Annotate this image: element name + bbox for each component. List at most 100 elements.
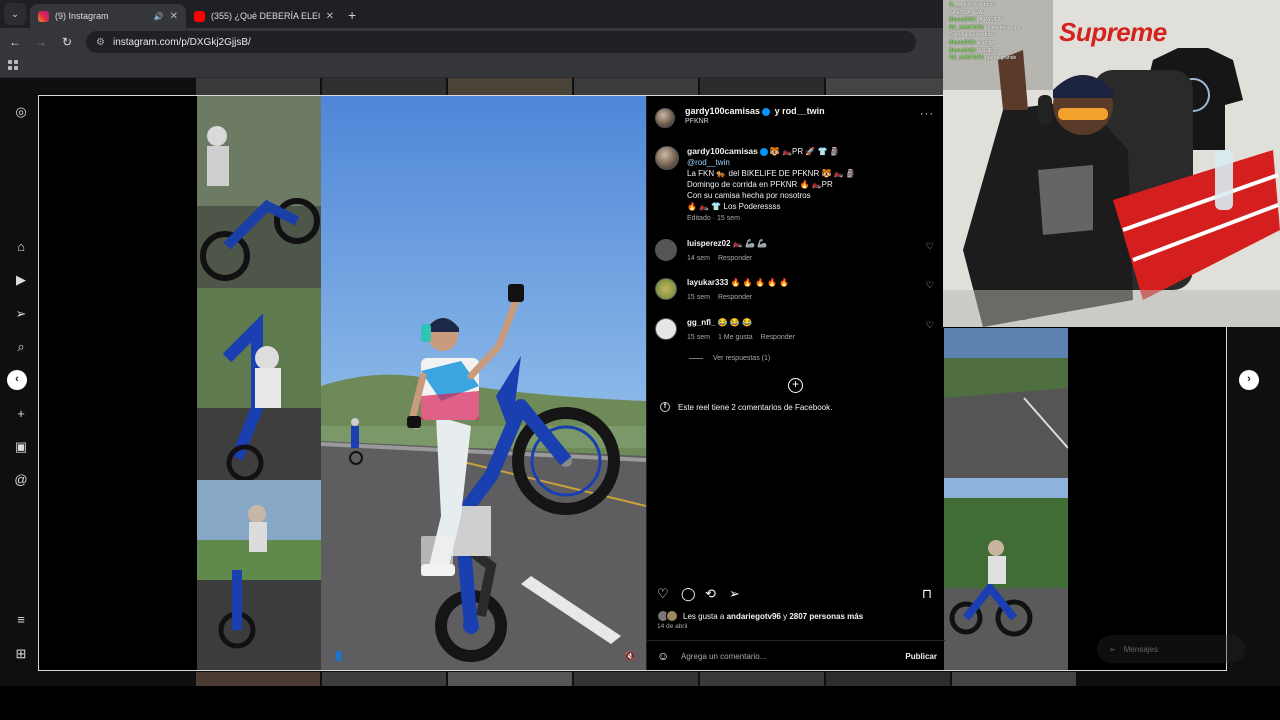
likes-summary[interactable]: Les gusta a andariegotv96 y 2807 persona… <box>657 610 863 622</box>
chat-user: RD_AMSTMTS <box>949 55 984 62</box>
menu-icon[interactable]: ≡ <box>13 612 29 627</box>
forward-arrow-icon[interactable]: → <box>34 35 48 49</box>
comment-time: 15 sem <box>687 294 710 301</box>
background-thumbnails-right <box>944 328 1068 670</box>
repost-icon[interactable]: ⟲ <box>705 586 716 602</box>
new-tab-button[interactable]: + <box>348 7 356 23</box>
threads-icon[interactable]: @ <box>13 472 29 487</box>
publish-button[interactable]: Publicar <box>905 652 937 661</box>
search-icon[interactable]: ⌕ <box>13 339 29 355</box>
comment-likes[interactable]: 1 Me gusta <box>718 334 753 341</box>
author-username[interactable]: gardy100camisas <box>685 106 760 116</box>
like-comment-icon[interactable]: ♡ <box>926 320 934 331</box>
chat-text: LA PASION <box>976 17 1003 24</box>
messages-icon[interactable]: ➢ <box>13 306 29 322</box>
more-options-icon[interactable]: ··· <box>920 108 934 120</box>
share-send-icon[interactable]: ➢ <box>729 586 740 602</box>
reply-button[interactable]: Responder <box>761 334 795 341</box>
like-heart-icon[interactable]: ♡ <box>657 586 669 602</box>
comment-avatar[interactable] <box>655 318 677 340</box>
comment-item: luisperez02 🏍️ 🦾 🦾 14 sem Responder ♡ <box>655 239 936 271</box>
also-from-meta-icon[interactable]: ⊞ <box>13 646 29 662</box>
comment-time: 15 sem <box>687 334 710 341</box>
post-author[interactable]: gardy100camisas y rod__twin <box>685 106 825 116</box>
supreme-logo: Supreme <box>1059 17 1167 47</box>
caption-avatar[interactable] <box>655 146 679 170</box>
comment-avatar[interactable] <box>655 239 677 261</box>
post-location[interactable]: PFKNR <box>685 118 709 125</box>
close-tab-icon[interactable]: ✕ <box>170 11 178 22</box>
tagged-user-icon[interactable]: 👤 <box>333 651 344 662</box>
speaker-icon[interactable]: 🔊 <box>154 12 164 21</box>
chat-line: Bluwo2KID si amigo <box>949 40 1059 48</box>
emoji-picker-icon[interactable]: ☺ <box>657 649 669 663</box>
reels-icon[interactable]: ▶ <box>13 272 29 288</box>
facebook-comments-note: f Este reel tiene 2 comentarios de Faceb… <box>660 402 832 412</box>
background-grid-top <box>196 78 946 95</box>
address-bar[interactable]: ⚙ instagram.com/p/DXGkj2GjjsB/ <box>86 31 916 53</box>
site-settings-icon[interactable]: ⚙ <box>96 37 105 48</box>
caption-mention[interactable]: @rod__twin <box>687 158 730 167</box>
author-avatar[interactable] <box>655 108 675 128</box>
like-comment-icon[interactable]: ♡ <box>926 241 934 252</box>
tab-search-button[interactable]: ⌄ <box>4 3 26 25</box>
add-comment-bar: ☺ Agrega un comentario... Publicar <box>647 640 945 670</box>
chevron-down-icon: ⌄ <box>10 8 20 20</box>
tab-youtube[interactable]: (355) ¿Qué DEBERÍA ELEGIR? 😳 ✕ <box>186 4 342 28</box>
comment-text: 🏍️ 🦾 🦾 <box>732 239 768 248</box>
mute-icon[interactable]: 🔇 <box>625 651 636 662</box>
chat-text: PA ES LA REAL <box>949 9 985 16</box>
back-arrow-icon[interactable]: ← <box>8 35 22 49</box>
replies-divider <box>689 358 703 359</box>
thumbnail-image <box>197 288 321 480</box>
comment-input[interactable]: Agrega un comentario... <box>681 652 766 661</box>
caption-line: La FKN 🐅 del BIKELIFE DE PFKNR 🐯 🏍️ 🗿 <box>687 169 856 178</box>
chat-text: ahi xd de tuno? <box>962 2 997 8</box>
instagram-logo-icon[interactable]: ◎ <box>13 104 29 120</box>
messages-pill[interactable]: ➢ Mensajes <box>1097 635 1245 663</box>
reply-button[interactable]: Responder <box>718 255 752 262</box>
post-media[interactable]: 👤 🔇 <box>321 96 646 670</box>
thumbnail-image <box>197 480 321 670</box>
dashboard-icon[interactable]: ▣ <box>13 439 29 455</box>
chat-text: SIGUELO <box>976 47 1000 54</box>
comment-username[interactable]: luisperez02 <box>687 239 731 248</box>
tab-instagram[interactable]: (9) Instagram 🔊 ✕ <box>30 4 186 28</box>
reply-button[interactable]: Responder <box>718 294 752 301</box>
reload-icon[interactable]: ↻ <box>60 35 74 49</box>
screen: ⌄ (9) Instagram 🔊 ✕ (355) ¿Qué DEBERÍA E… <box>0 0 1280 720</box>
like-comment-icon[interactable]: ♡ <box>926 280 934 291</box>
liker-avatar <box>666 610 678 622</box>
load-more-comments-icon[interactable]: + <box>788 378 803 393</box>
caption-line: Con su camisa hecha por nosotros <box>687 191 811 200</box>
chat-user: Bluwo2KID <box>949 39 976 46</box>
collab-username[interactable]: y rod__twin <box>775 106 825 116</box>
chevron-left-icon: ‹ <box>15 373 19 385</box>
apps-grid-icon[interactable] <box>8 60 18 70</box>
messages-icon: ➢ <box>1109 644 1116 654</box>
post-photo-wheelie <box>321 96 646 670</box>
comment-bubble-icon[interactable]: ◯ <box>681 586 696 602</box>
chat-line: B̶___ ahi xd de tuno? <box>949 2 1059 10</box>
streamer-webcam: Supreme B̶___ ahi xd de tuno? PA ES LA R… <box>943 0 1280 327</box>
post-actions: ♡ ◯ ⟲ ➢ ⊓ <box>657 586 936 604</box>
close-tab-icon[interactable]: ✕ <box>326 11 334 22</box>
caption-emojis: 🐯 🏍️PR 🚀 👕 🗿 <box>769 147 840 156</box>
caption-username[interactable]: gardy100camisas <box>687 146 758 156</box>
next-post-button[interactable]: › <box>1239 370 1259 390</box>
previous-post-button[interactable]: ‹ <box>7 370 27 390</box>
likes-user[interactable]: andariegotv96 <box>727 612 781 621</box>
bookmark-icon[interactable]: ⊓ <box>922 586 932 602</box>
post-details-panel: gardy100camisas y rod__twin PFKNR ··· ga… <box>646 96 945 670</box>
thumbnail-image <box>944 478 1068 670</box>
thumbnail-image <box>197 96 321 288</box>
home-icon[interactable]: ⌂ <box>13 239 29 254</box>
likes-count[interactable]: 2807 personas más <box>789 612 863 621</box>
comment-username[interactable]: layukar333 <box>687 278 728 287</box>
comment-username[interactable]: gg_nfl_ <box>687 318 715 327</box>
tab-title: (9) Instagram <box>55 11 109 21</box>
create-icon[interactable]: + <box>13 406 29 421</box>
caption-line: 🔥 🏍️ 👕 Los Poderessss <box>687 202 781 211</box>
view-replies-button[interactable]: Ver respuestas (1) <box>689 355 770 362</box>
comment-avatar[interactable] <box>655 278 677 300</box>
